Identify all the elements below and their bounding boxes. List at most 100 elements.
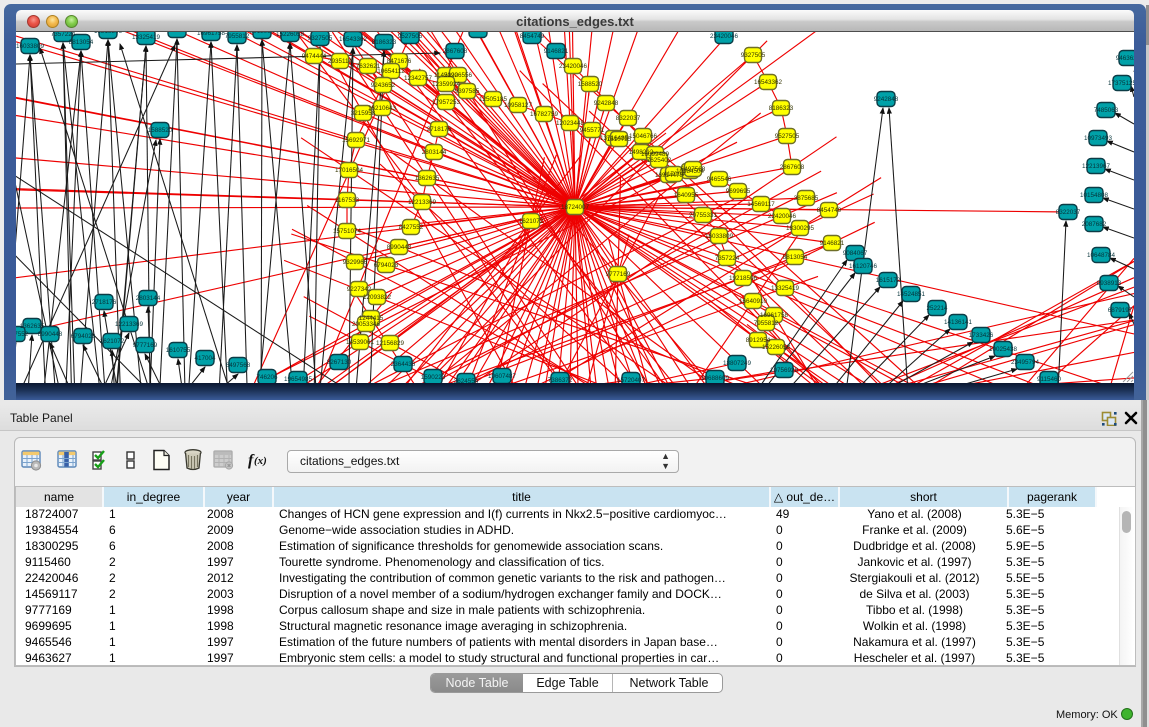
svg-text:19654985: 19654985 — [284, 376, 313, 383]
svg-text:8990448: 8990448 — [38, 331, 63, 338]
svg-text:8454749: 8454749 — [520, 33, 545, 40]
svg-text:12023448: 12023448 — [556, 120, 585, 127]
svg-text:9474444: 9474444 — [302, 53, 327, 60]
svg-text:8813054: 8813054 — [783, 254, 808, 261]
svg-text:1167533: 1167533 — [335, 197, 360, 204]
svg-text:10958127: 10958127 — [504, 102, 533, 109]
svg-text:10973493: 10973493 — [1084, 135, 1113, 142]
svg-text:2718176: 2718176 — [427, 126, 452, 133]
svg-text:16961758: 16961758 — [760, 312, 789, 319]
svg-text:16120746: 16120746 — [849, 263, 878, 270]
svg-text:1362635: 1362635 — [415, 175, 440, 182]
svg-text:10025438: 10025438 — [989, 346, 1018, 353]
svg-text:17957253: 17957253 — [432, 99, 461, 106]
svg-text:3624554: 3624554 — [454, 378, 479, 383]
svg-text:9527505: 9527505 — [775, 133, 800, 140]
svg-text:2867608: 2867608 — [443, 48, 468, 55]
svg-text:9463627: 9463627 — [1116, 55, 1134, 62]
svg-text:1610755: 1610755 — [166, 347, 191, 354]
svg-text:23420046: 23420046 — [559, 63, 588, 70]
svg-text:8427552: 8427552 — [399, 224, 424, 231]
svg-text:2364436: 2364436 — [391, 361, 416, 368]
svg-text:14524851: 14524851 — [897, 291, 926, 298]
svg-text:18724007: 18724007 — [561, 204, 590, 211]
svg-text:9327505: 9327505 — [741, 52, 766, 59]
svg-text:2803144: 2803144 — [422, 149, 447, 156]
svg-text:9455771: 9455771 — [580, 127, 605, 134]
svg-text:16033809: 16033809 — [16, 43, 44, 50]
svg-text:9084067: 9084067 — [843, 250, 868, 257]
svg-text:10154808: 10154808 — [1080, 192, 1109, 199]
svg-text:15692971: 15692971 — [342, 137, 371, 144]
svg-text:9146821: 9146821 — [820, 240, 845, 247]
svg-text:7955812: 7955812 — [754, 320, 779, 327]
svg-text:417004: 417004 — [194, 355, 216, 362]
svg-text:12093822: 12093822 — [363, 294, 392, 301]
svg-text:8912954: 8912954 — [746, 337, 771, 344]
svg-text:1640955: 1640955 — [674, 192, 699, 199]
svg-text:10648784: 10648784 — [1087, 252, 1116, 259]
svg-text:7625402: 7625402 — [647, 157, 672, 164]
svg-text:(x): (x) — [254, 455, 267, 467]
svg-text:16961758: 16961758 — [197, 32, 226, 37]
svg-text:8322037: 8322037 — [616, 115, 641, 122]
svg-text:9777169: 9777169 — [606, 271, 631, 278]
svg-text:16543362: 16543362 — [754, 79, 783, 86]
svg-text:16543362: 16543362 — [339, 36, 368, 43]
svg-text:12359924: 12359924 — [432, 81, 461, 88]
svg-text:9465546: 9465546 — [707, 176, 732, 183]
svg-text:12156829: 12156829 — [376, 340, 405, 347]
svg-text:9527505: 9527505 — [398, 33, 423, 40]
svg-text:9327505: 9327505 — [308, 35, 333, 42]
svg-text:22420046: 22420046 — [768, 213, 797, 220]
svg-text:746206: 746206 — [256, 374, 278, 381]
svg-text:8454749: 8454749 — [817, 207, 842, 214]
svg-text:9242848: 9242848 — [874, 96, 899, 103]
svg-text:6794028: 6794028 — [374, 262, 399, 269]
svg-text:8912954: 8912954 — [250, 32, 275, 35]
svg-text:18300295: 18300295 — [786, 225, 815, 232]
svg-text:8186323: 8186323 — [372, 39, 397, 46]
svg-text:6879197: 6879197 — [1108, 307, 1133, 314]
svg-text:15226058: 15226058 — [276, 32, 305, 38]
svg-text:12342757: 12342757 — [404, 75, 433, 82]
svg-text:2803144: 2803144 — [136, 295, 161, 302]
svg-text:16640910: 16640910 — [163, 32, 192, 34]
svg-text:13325419: 13325419 — [132, 34, 161, 41]
svg-text:20053346: 20053346 — [352, 321, 381, 328]
svg-text:13325419: 13325419 — [771, 285, 800, 292]
svg-text:2087682: 2087682 — [1082, 221, 1107, 228]
svg-text:23495794: 23495794 — [1011, 359, 1040, 366]
svg-text:14569117: 14569117 — [747, 201, 775, 208]
svg-text:10688609: 10688609 — [701, 375, 730, 382]
svg-text:9242848: 9242848 — [594, 100, 619, 107]
svg-text:9397585: 9397585 — [455, 88, 480, 95]
svg-text:9146821: 9146821 — [544, 48, 569, 55]
svg-text:1588520: 1588520 — [578, 81, 603, 88]
svg-text:9329966: 9329966 — [343, 259, 368, 266]
svg-text:15720407: 15720407 — [617, 377, 646, 383]
svg-text:1621072: 1621072 — [519, 218, 544, 225]
svg-text:10756928: 10756928 — [770, 367, 799, 374]
svg-text:15046766: 15046766 — [629, 133, 658, 140]
svg-text:8322037: 8322037 — [1056, 209, 1081, 216]
svg-text:2867608: 2867608 — [780, 164, 805, 171]
svg-text:1733426: 1733426 — [969, 332, 994, 339]
svg-text:9777169: 9777169 — [133, 342, 158, 349]
svg-text:8990448: 8990448 — [387, 244, 412, 251]
svg-text:9699695: 9699695 — [726, 188, 751, 195]
svg-text:9243652: 9243652 — [371, 82, 396, 89]
svg-text:17375125: 17375125 — [1108, 80, 1134, 87]
svg-text:8186323: 8186323 — [769, 105, 794, 112]
svg-text:3875685: 3875685 — [466, 32, 491, 34]
svg-text:19218506: 19218506 — [94, 32, 123, 35]
svg-text:16782759: 16782759 — [530, 111, 559, 118]
svg-text:7357224: 7357224 — [715, 255, 740, 262]
svg-text:9115460: 9115460 — [1037, 376, 1062, 383]
svg-text:1588520: 1588520 — [148, 127, 173, 134]
svg-text:1362635: 1362635 — [20, 323, 45, 330]
svg-text:10654112: 10654112 — [377, 68, 405, 75]
svg-text:18807249: 18807249 — [723, 360, 752, 367]
svg-text:2935114: 2935114 — [328, 58, 353, 65]
svg-text:1621072: 1621072 — [100, 338, 125, 345]
